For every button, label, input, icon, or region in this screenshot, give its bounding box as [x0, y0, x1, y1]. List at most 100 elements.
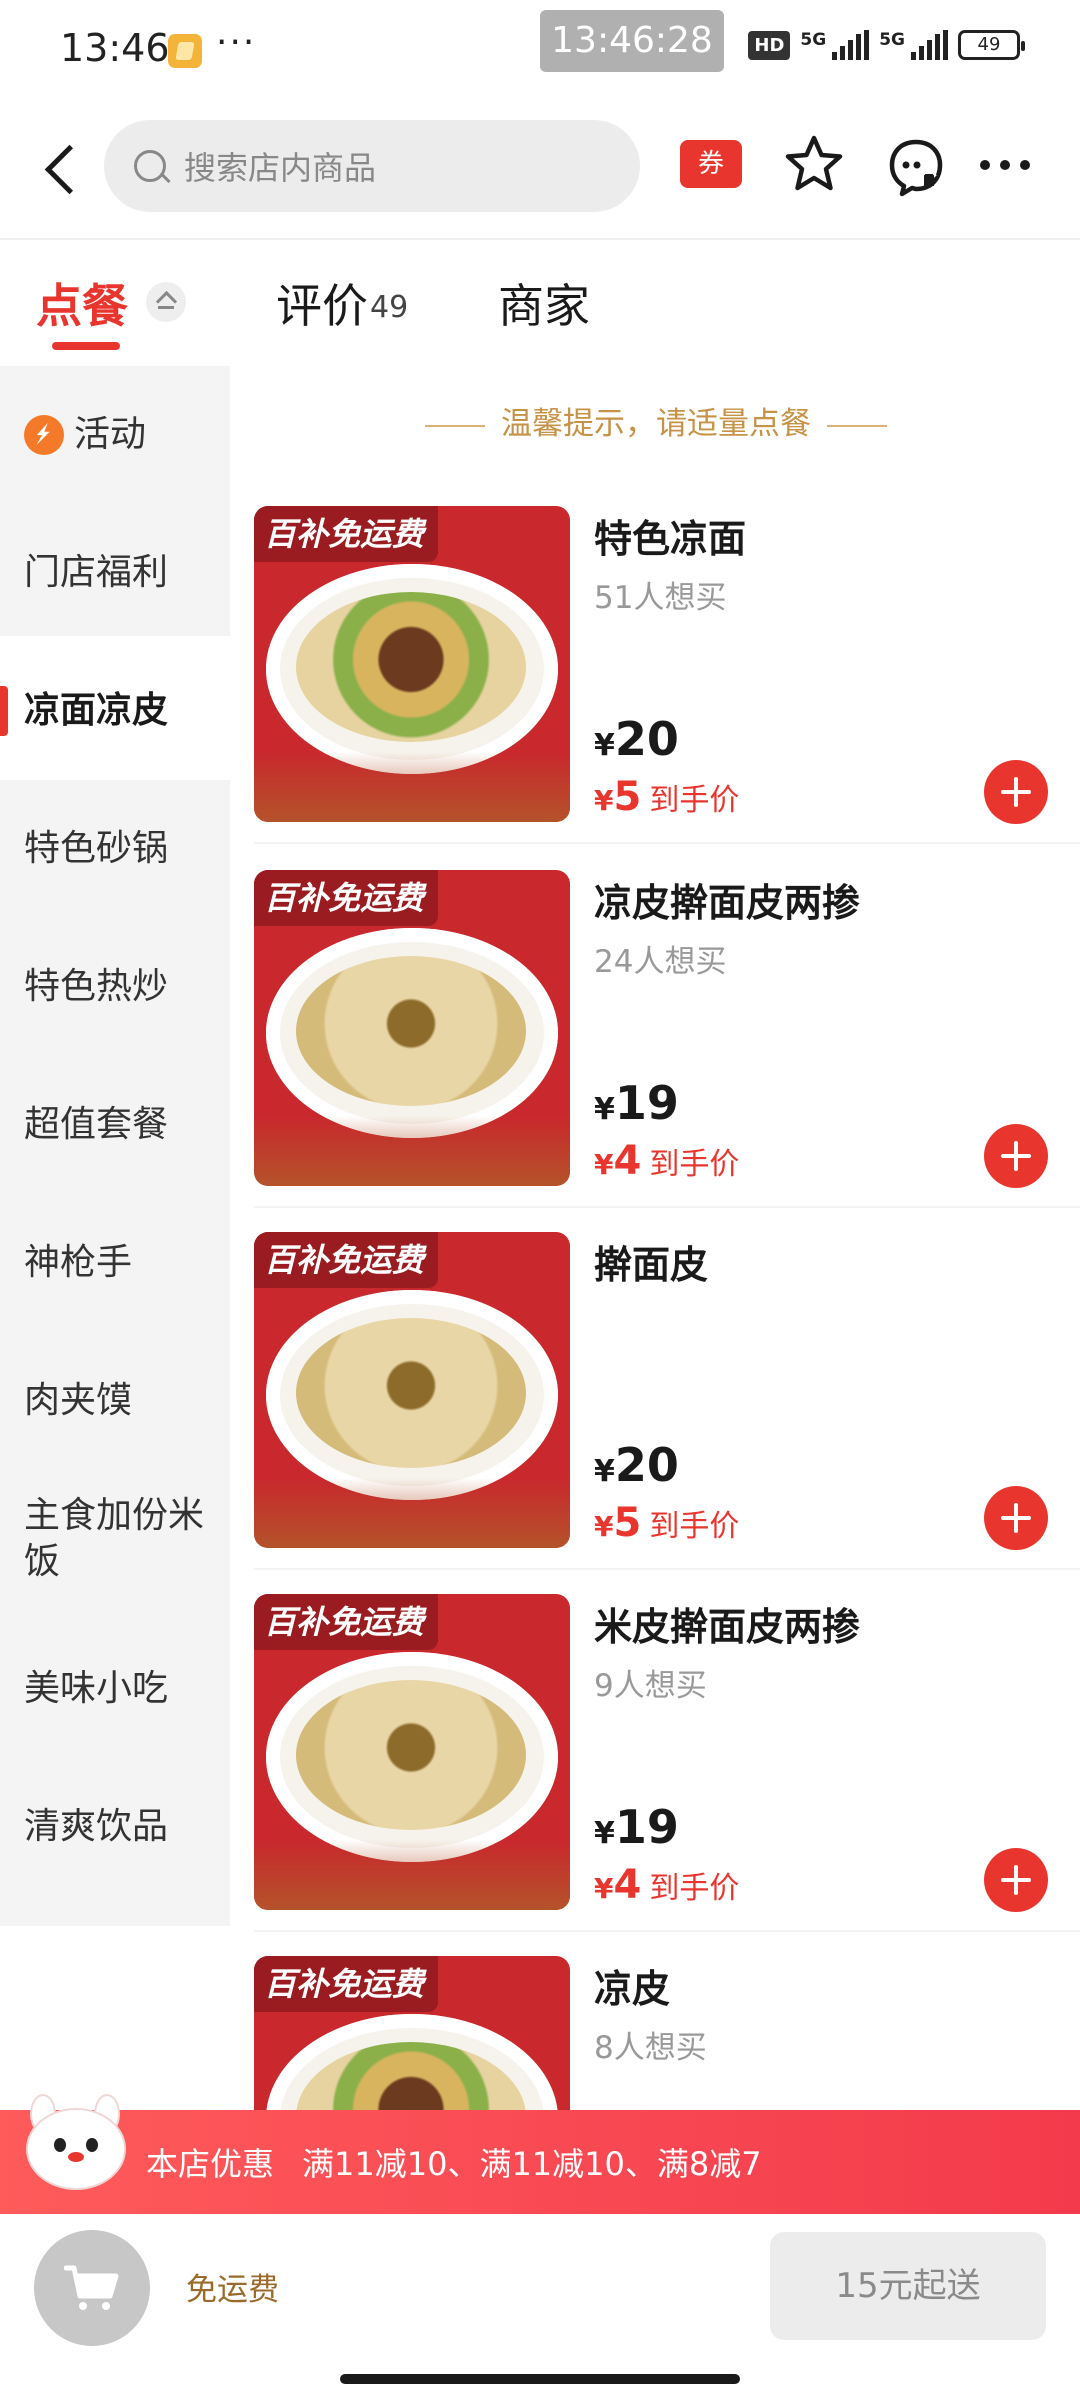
promo-label: 本店优惠	[146, 2145, 275, 2183]
product-card[interactable]: 百补免运费 凉皮擀面皮两掺 24人想买 ¥19 ¥4 到手价	[254, 870, 1080, 1232]
sidebar-item-label: 肉夹馍	[24, 1380, 133, 1421]
free-delivery-badge: 百补免运费	[254, 506, 439, 562]
tab-order[interactable]: 点餐	[36, 270, 128, 336]
sidebar-item-store-benefits[interactable]: 门店福利	[0, 504, 230, 642]
product-name: 米皮擀面皮两掺	[594, 1605, 861, 1649]
product-final-price: ¥4 到手价	[594, 1138, 740, 1184]
search-input[interactable]: 搜索店内商品	[104, 120, 640, 212]
cart-button[interactable]	[34, 2230, 150, 2346]
status-time: 13:46	[60, 26, 170, 70]
sidebar-item-label: 清爽饮品	[24, 1806, 169, 1847]
product-final-price: ¥5 到手价	[594, 1500, 740, 1546]
sidebar-item-label: 特色砂锅	[24, 828, 169, 869]
product-final-price: ¥4 到手价	[594, 1862, 740, 1908]
tab-merchant[interactable]: 商家	[498, 270, 590, 336]
product-price: ¥19	[594, 1076, 679, 1130]
sidebar-item-label: 活动	[74, 414, 147, 455]
product-price: ¥19	[594, 1800, 679, 1854]
shipping-fee-label: 免运费	[186, 2272, 279, 2308]
notes-app-icon	[168, 34, 202, 68]
more-options-icon[interactable]	[970, 140, 1040, 190]
sidebar-active-indicator	[0, 686, 8, 736]
product-name: 凉皮	[594, 1967, 671, 2011]
tab-reviews[interactable]: 评价	[276, 270, 368, 336]
status-bar: 13:46 ··· 13:46:28 HD 5G 5G 49	[0, 0, 1080, 100]
product-wants: 24人想买	[594, 944, 727, 980]
sidebar-item-value-combo[interactable]: 超值套餐	[0, 1056, 230, 1194]
sidebar-item-roujiamo[interactable]: 肉夹馍	[0, 1332, 230, 1470]
product-final-price: ¥5 到手价	[594, 774, 740, 820]
sidebar-item-label: 美味小吃	[24, 1668, 169, 1709]
product-card[interactable]: 百补免运费 米皮擀面皮两掺 9人想买 ¥19 ¥4 到手价	[254, 1594, 1080, 1956]
product-wants: 51人想买	[594, 580, 727, 616]
sidebar-item-label: 主食加份米饭	[24, 1495, 205, 1582]
customer-service-icon[interactable]	[884, 134, 948, 198]
coupon-icon[interactable]: 券	[680, 140, 742, 188]
home-indicator[interactable]	[340, 2374, 740, 2384]
mascot-icon	[16, 2094, 134, 2212]
screen-clock: 13:46:28	[540, 10, 724, 72]
product-name: 特色凉面	[594, 517, 747, 561]
sidebar-item-activity[interactable]: 活动	[0, 366, 230, 504]
store-promo-banner[interactable]: 本店优惠 满11减10、满11减10、满8减7	[0, 2094, 1080, 2214]
product-image[interactable]: 百补免运费	[254, 506, 570, 822]
battery-icon: 49	[958, 30, 1025, 60]
product-price: ¥20	[594, 712, 679, 766]
ordering-tip: 温馨提示，请适量点餐	[232, 398, 1080, 443]
add-to-cart-button[interactable]	[984, 1124, 1048, 1188]
sidebar-item-label: 凉面凉皮	[24, 690, 169, 731]
product-name: 擀面皮	[594, 1243, 709, 1287]
product-card[interactable]: 百补免运费 擀面皮 ¥20 ¥5 到手价	[254, 1232, 1080, 1594]
product-price: ¥20	[594, 1438, 679, 1492]
category-sidebar: 活动 门店福利 凉面凉皮 特色砂锅 特色热炒 超值套餐 神枪手 肉夹馍 主食加份…	[0, 366, 230, 1926]
product-image[interactable]: 百补免运费	[254, 1594, 570, 1910]
sidebar-item-extra-rice[interactable]: 主食加份米饭	[0, 1470, 230, 1608]
add-to-cart-button[interactable]	[984, 760, 1048, 824]
search-placeholder: 搜索店内商品	[184, 149, 377, 187]
sidebar-item-cold-noodles[interactable]: 凉面凉皮	[0, 642, 230, 780]
tip-line-right	[827, 424, 887, 427]
free-delivery-badge: 百补免运费	[254, 870, 439, 926]
product-image[interactable]: 百补免运费	[254, 1956, 570, 2110]
sidebar-item-sharpshooter[interactable]: 神枪手	[0, 1194, 230, 1332]
product-card[interactable]: 百补免运费 凉皮 8人想买	[254, 1956, 1080, 2110]
product-image[interactable]: 百补免运费	[254, 870, 570, 1186]
product-wants: 9人想买	[594, 1668, 707, 1704]
checkout-bar: 免运费 15元起送	[0, 2214, 1080, 2400]
sidebar-item-label: 特色热炒	[24, 966, 169, 1007]
tip-line-left	[425, 424, 485, 427]
add-to-cart-button[interactable]	[984, 1848, 1048, 1912]
free-delivery-badge: 百补免运费	[254, 1956, 439, 2012]
sidebar-item-clay-pot[interactable]: 特色砂锅	[0, 780, 230, 918]
product-name: 凉皮擀面皮两掺	[594, 881, 861, 925]
tip-text: 温馨提示，请适量点餐	[501, 406, 811, 442]
promo-discounts: 满11减10、满11减10、满8减7	[302, 2145, 762, 2183]
more-notifications-icon: ···	[216, 22, 257, 63]
cart-icon	[64, 2265, 119, 2310]
sidebar-item-stir-fry[interactable]: 特色热炒	[0, 918, 230, 1056]
sidebar-item-drinks[interactable]: 清爽饮品	[0, 1758, 230, 1896]
sidebar-item-snacks[interactable]: 美味小吃	[0, 1620, 230, 1758]
signal-icon-1	[832, 30, 870, 60]
store-header: 搜索店内商品 券	[0, 110, 1080, 230]
min-order-button[interactable]: 15元起送	[770, 2232, 1046, 2340]
network-label-2: 5G	[879, 30, 905, 50]
search-icon	[134, 150, 166, 182]
free-delivery-badge: 百补免运费	[254, 1232, 439, 1288]
product-image[interactable]: 百补免运费	[254, 1232, 570, 1548]
product-card[interactable]: 百补免运费 特色凉面 51人想买 ¥20 ¥5 到手价	[254, 506, 1080, 868]
star-icon[interactable]	[782, 132, 846, 196]
header-divider	[0, 238, 1080, 240]
network-label-1: 5G	[800, 30, 827, 50]
tab-active-indicator	[52, 342, 120, 350]
sidebar-item-label: 神枪手	[24, 1242, 133, 1283]
store-tabs: 点餐 评价 49 商家	[0, 250, 1080, 360]
status-indicators: HD 5G 5G 49	[748, 30, 1025, 60]
reviews-count: 49	[370, 290, 409, 325]
back-button[interactable]	[30, 130, 90, 210]
hd-voice-icon: HD	[748, 30, 791, 60]
sidebar-item-label: 超值套餐	[24, 1104, 169, 1145]
add-to-cart-button[interactable]	[984, 1486, 1048, 1550]
signal-icon-2	[911, 30, 948, 60]
collapse-icon[interactable]	[146, 282, 186, 322]
